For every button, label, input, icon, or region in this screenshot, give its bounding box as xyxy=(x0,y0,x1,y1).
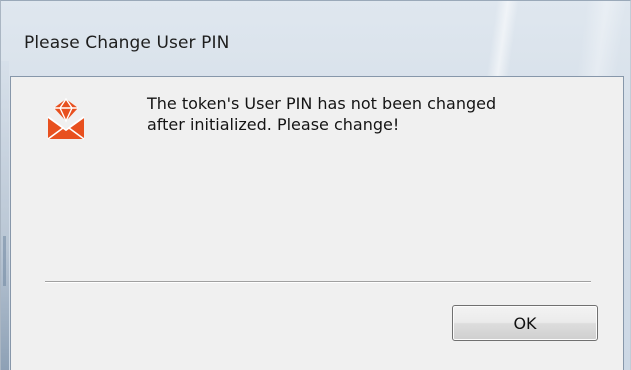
ok-button[interactable]: OK xyxy=(452,305,598,341)
message-line: The token's User PIN has not been change… xyxy=(147,94,497,113)
dialog-window: Please Change User PIN The token's User … xyxy=(0,0,631,370)
window-title: Please Change User PIN xyxy=(24,33,230,53)
frame-left-edge xyxy=(1,61,9,370)
message-text: The token's User PIN has not been change… xyxy=(147,93,607,135)
token-mail-icon xyxy=(47,97,85,140)
message-line: after initialized. Please change! xyxy=(147,115,400,134)
divider xyxy=(45,281,591,283)
title-bar[interactable]: Please Change User PIN xyxy=(1,1,630,76)
dialog-body: The token's User PIN has not been change… xyxy=(10,76,624,370)
